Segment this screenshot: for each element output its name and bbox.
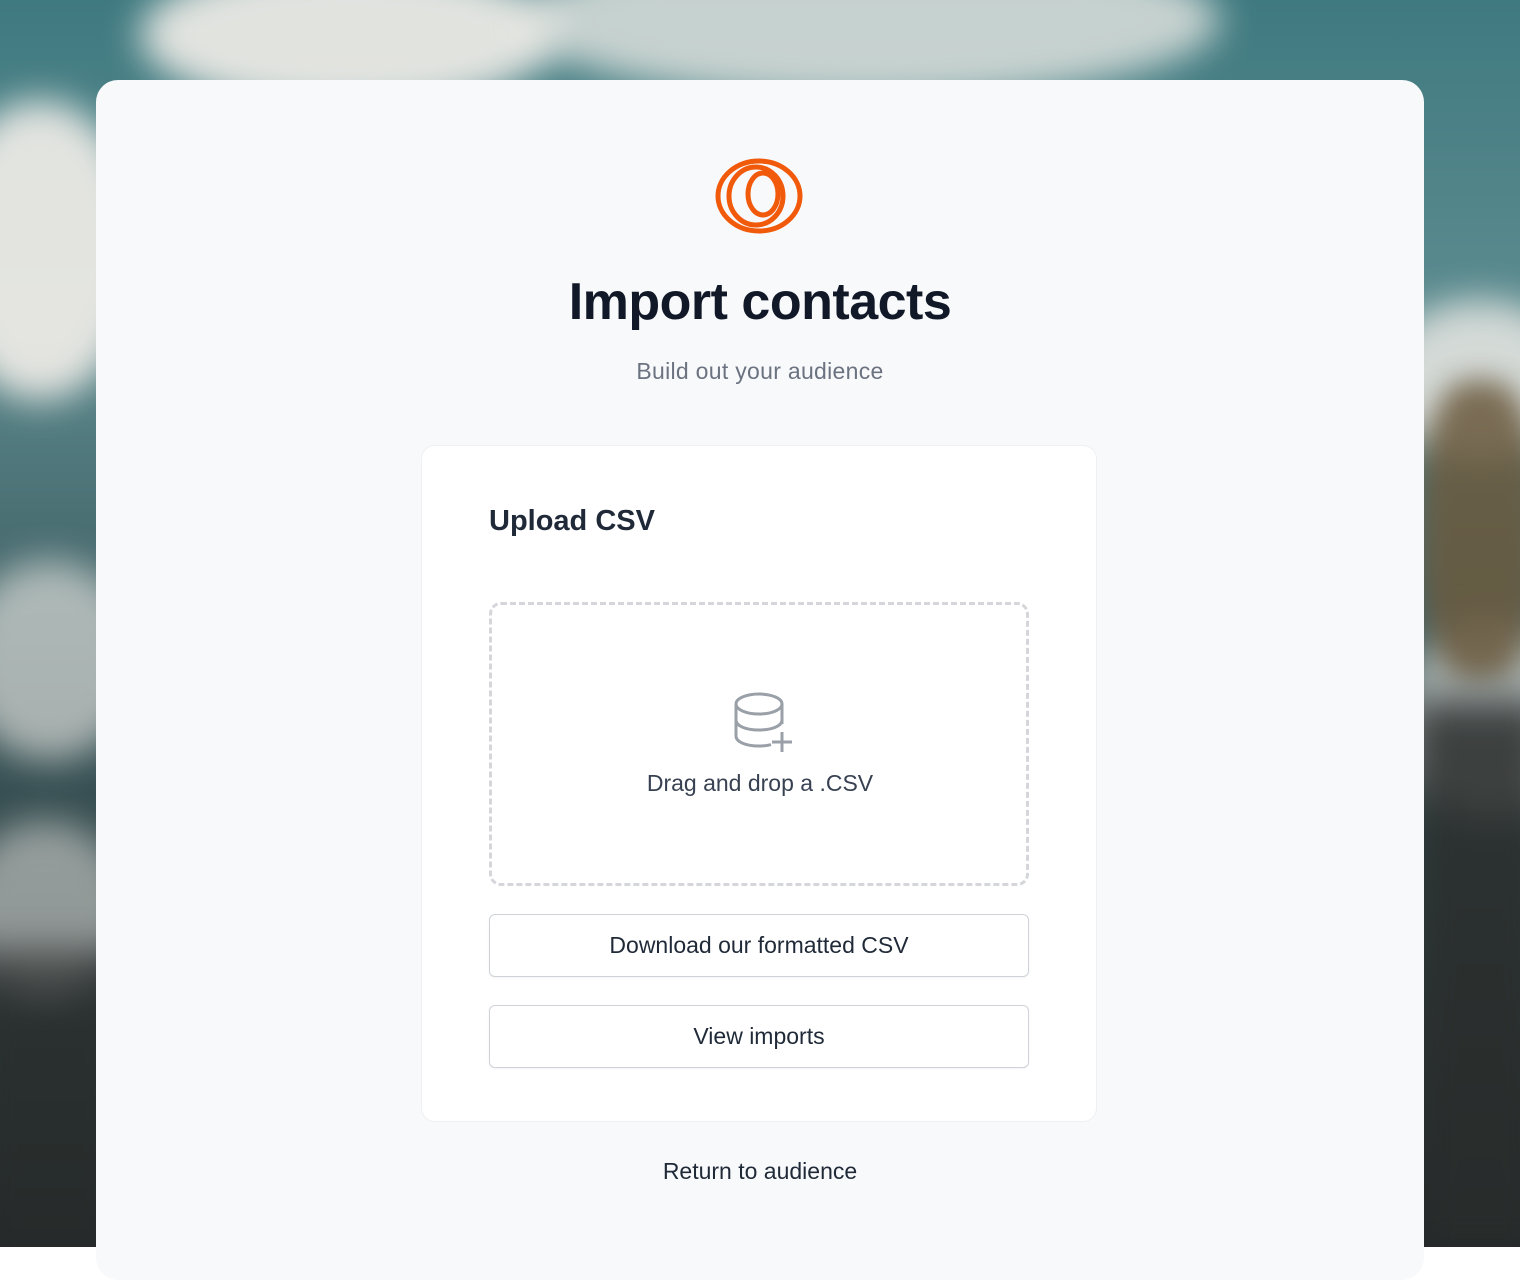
page-title: Import contacts (568, 273, 952, 331)
upload-card-heading: Upload CSV (489, 505, 655, 537)
view-imports-button[interactable]: View imports (489, 1005, 1029, 1068)
database-plus-icon (734, 692, 792, 752)
return-to-audience-link[interactable]: Return to audience (663, 1158, 857, 1184)
concentric-rings-logo-icon (715, 158, 803, 234)
return-link-row: Return to audience (0, 1158, 1520, 1185)
download-formatted-csv-button[interactable]: Download our formatted CSV (489, 914, 1029, 977)
page-subtitle: Build out your audience (636, 358, 884, 384)
